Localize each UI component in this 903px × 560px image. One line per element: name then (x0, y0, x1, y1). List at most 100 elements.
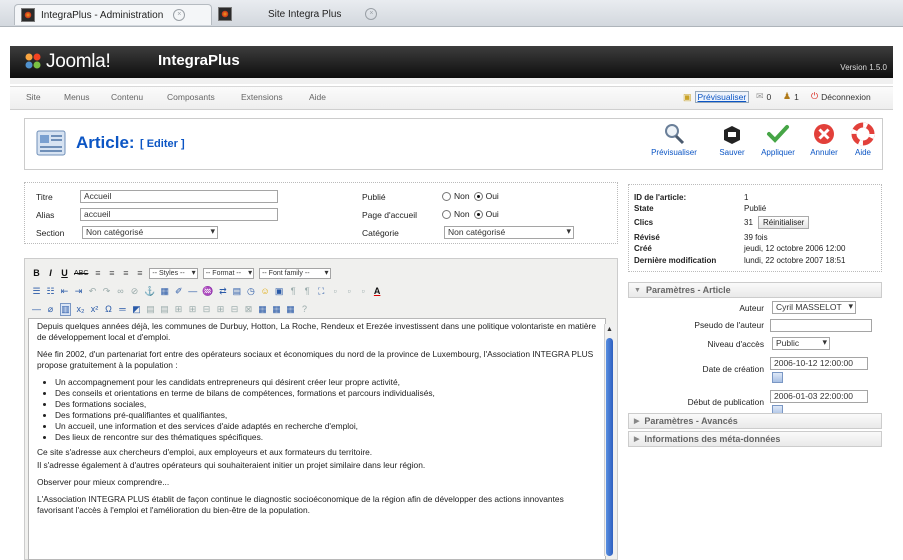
format-select[interactable]: -- Format -- (202, 267, 255, 279)
delete-row-icon[interactable]: ⊟ (202, 304, 211, 315)
insert-hr-icon[interactable]: ═ (118, 304, 127, 314)
remove-format-icon[interactable]: ⌀ (46, 304, 55, 315)
calendar-icon[interactable] (772, 372, 783, 383)
html-source-icon[interactable]: ▦ (286, 304, 295, 315)
superscript-icon[interactable]: x² (90, 304, 99, 314)
menu-aide[interactable]: Aide (309, 92, 326, 102)
table-icon[interactable]: ▤ (232, 286, 242, 297)
underline-button[interactable]: U (60, 268, 69, 278)
split-cells-icon[interactable]: ⊠ (244, 304, 253, 315)
menu-extensions[interactable]: Extensions (241, 92, 283, 102)
published-no-radio[interactable] (442, 191, 451, 201)
list-item: Des lieux de rencontre sur des thématiqu… (55, 432, 605, 443)
users-icon: ♟ (783, 91, 792, 101)
align-right-icon[interactable]: ≡ (121, 268, 130, 278)
menu-contenu[interactable]: Contenu (111, 92, 143, 102)
indent-icon[interactable]: ⇥ (74, 286, 83, 297)
table-row-props-icon[interactable]: ▤ (146, 304, 155, 315)
align-justify-icon[interactable]: ≡ (135, 268, 144, 278)
help-button[interactable]: Aide (841, 120, 885, 157)
emoticon-icon[interactable]: ☺ (260, 286, 269, 296)
layer-forward-icon[interactable]: ▫ (345, 286, 354, 296)
insert-row-after-icon[interactable]: ⊞ (188, 304, 197, 315)
params-meta-header[interactable]: ▶ Informations des méta-données (628, 431, 882, 447)
content-paragraph: Il s'adresse également à d'autres opérat… (37, 460, 426, 470)
bullet-list-icon[interactable]: ☰ (32, 286, 41, 297)
outdent-icon[interactable]: ⇤ (60, 286, 69, 297)
media-icon[interactable]: ▣ (275, 286, 284, 297)
author-select[interactable]: Cyril MASSELOT (772, 301, 856, 314)
frontpage-no-radio[interactable] (442, 209, 451, 219)
scroll-up-arrow-icon[interactable]: ▲ (605, 325, 614, 335)
undo-icon[interactable]: ↶ (88, 286, 97, 297)
browser-tab-site[interactable]: Site Integra Plus × (212, 4, 402, 24)
cleanup-icon[interactable]: ✐ (174, 286, 183, 297)
readmore-icon[interactable]: ▦ (258, 304, 267, 315)
visual-aid-icon[interactable]: ▥ (60, 302, 71, 316)
author-alias-input[interactable] (770, 319, 872, 332)
close-tab-icon[interactable]: × (173, 9, 186, 21)
text-color-icon[interactable]: A (373, 286, 382, 296)
bold-button[interactable]: B (32, 268, 41, 278)
published-yes-radio[interactable] (473, 191, 483, 201)
apply-button[interactable]: Appliquer (752, 120, 804, 157)
category-select[interactable]: Non catégorisé (444, 226, 574, 239)
editor-toolbar-row-3: — ⌀ ▥ x₂ x² Ω ═ ◩ ▤ ▤ ⊞ ⊞ ⊟ ⊞ ⊟ ⊠ ▦ ▦ ▦ … (32, 302, 309, 316)
access-level-select[interactable]: Public (772, 337, 830, 350)
section-select[interactable]: Non catégorisé (82, 226, 218, 239)
menu-composants[interactable]: Composants (167, 92, 215, 102)
fullscreen-icon[interactable]: ⛶ (317, 286, 326, 297)
special-char-icon[interactable]: Ω (104, 304, 113, 314)
italic-button[interactable]: I (46, 268, 55, 278)
hr-line-icon[interactable]: — (32, 304, 41, 314)
layer-backward-icon[interactable]: ▫ (359, 286, 368, 296)
insert-col-icon[interactable]: ⊞ (216, 304, 225, 315)
online-users[interactable]: ♟ 1 (783, 91, 799, 102)
menu-menus[interactable]: Menus (64, 92, 90, 102)
title-input[interactable]: Accueil (80, 190, 278, 203)
delete-col-icon[interactable]: ⊟ (230, 304, 239, 315)
editor-content-area[interactable]: Depuis quelques années déjà, les commune… (28, 318, 606, 560)
anchor-icon[interactable]: ⚓ (144, 286, 155, 297)
close-tab-icon[interactable]: × (365, 8, 378, 20)
browser-tab-admin[interactable]: IntegraPlus - Administration × (14, 4, 212, 25)
redo-icon[interactable]: ↷ (102, 286, 111, 297)
save-button[interactable]: Sauver (706, 120, 758, 157)
styles-select[interactable]: -- Styles -- (149, 267, 198, 279)
image-icon[interactable]: ▦ (160, 286, 169, 297)
insert-row-before-icon[interactable]: ⊞ (174, 304, 183, 315)
font-family-select[interactable]: -- Font family -- (259, 267, 331, 279)
edit-image-icon[interactable]: ◩ (132, 304, 141, 315)
menu-site[interactable]: Site (26, 92, 41, 102)
frontpage-yes-radio[interactable] (473, 209, 483, 219)
align-center-icon[interactable]: ≡ (107, 268, 116, 278)
pagebreak-icon[interactable]: ▦ (272, 304, 281, 315)
preview-link[interactable]: ▣ Prévisualiser (683, 91, 750, 103)
align-left-icon[interactable]: ≡ (93, 268, 102, 278)
messages-count[interactable]: ✉ 0 (756, 91, 771, 102)
horizontal-rule-icon[interactable]: ― (188, 286, 197, 296)
numbered-list-icon[interactable]: ☷ (46, 286, 55, 297)
preview-button[interactable]: Prévisualiser (648, 120, 700, 157)
params-article-header[interactable]: ▼ Paramètres - Article (628, 282, 882, 298)
insert-date-icon[interactable]: ◷ (246, 286, 255, 297)
strikethrough-button[interactable]: ABC (74, 270, 88, 277)
creation-date-input[interactable]: 2006-10-12 12:00:00 (770, 357, 868, 370)
alias-input[interactable]: accueil (80, 208, 278, 221)
replace-icon[interactable]: ⇄ (218, 286, 227, 297)
table-cell-props-icon[interactable]: ▤ (160, 304, 169, 315)
rtl-icon[interactable]: ¶ (303, 286, 312, 296)
list-item: Des conseils et orientations en terme de… (55, 388, 605, 399)
scrollbar-thumb[interactable] (606, 338, 613, 556)
subscript-icon[interactable]: x₂ (76, 304, 85, 314)
link-icon[interactable]: ∞ (116, 286, 125, 296)
publish-up-input[interactable]: 2006-01-03 22:00:00 (770, 390, 868, 403)
reset-hits-button[interactable]: Réinitialiser (758, 216, 810, 229)
help-editor-icon[interactable]: ? (300, 304, 309, 314)
params-advanced-header[interactable]: ▶ Paramètres - Avancés (628, 413, 882, 429)
ltr-icon[interactable]: ¶ (289, 286, 298, 296)
layer-icon[interactable]: ▫ (331, 286, 340, 296)
unlink-icon[interactable]: ⊘ (130, 286, 139, 297)
logout-link[interactable]: ⏻ Déconnexion (811, 91, 871, 102)
find-icon[interactable]: ♒ (202, 286, 213, 297)
